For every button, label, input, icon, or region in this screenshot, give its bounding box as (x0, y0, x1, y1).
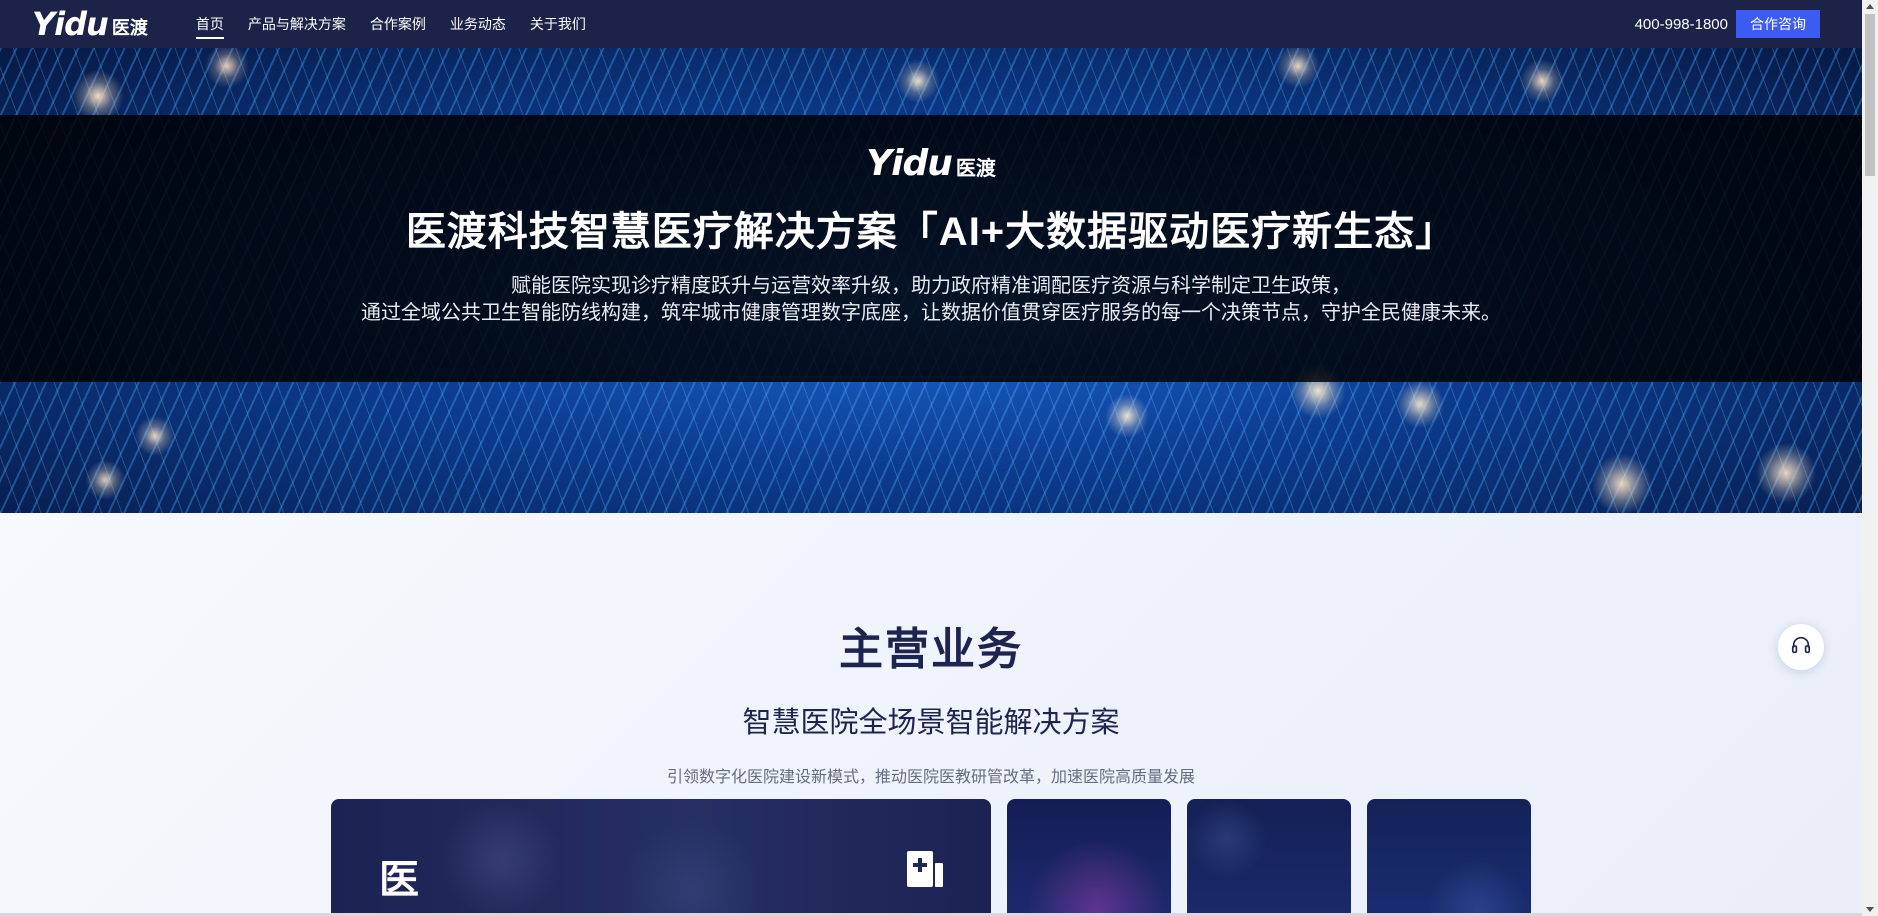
nav-item-about[interactable]: 关于我们 (530, 0, 586, 48)
hero-title: 医渡科技智慧医疗解决方案「AI+大数据驱动医疗新生态」 (405, 210, 1457, 254)
business-section: 主营业务 智慧医院全场景智能解决方案 引领数字化医院建设新模式，推动医院医教研管… (0, 513, 1862, 916)
consult-button[interactable]: 合作咨询 (1736, 10, 1820, 38)
site-logo[interactable]: Yidu 医渡 (32, 7, 148, 41)
scroll-thumb[interactable] (1865, 14, 1875, 176)
top-navbar: Yidu 医渡 首页 产品与解决方案 合作案例 业务动态 关于我们 400-99… (0, 0, 1862, 48)
customer-service-button[interactable] (1778, 624, 1824, 670)
nav-item-home[interactable]: 首页 (195, 0, 224, 48)
hotline-phone: 400-998-1800 (1634, 15, 1728, 33)
hero-text-band: Yidu 医渡 医渡科技智慧医疗解决方案「AI+大数据驱动医疗新生态」 赋能医院… (0, 115, 1862, 382)
business-cards: 医 (331, 799, 1547, 916)
hero-logo-latin: Yidu (866, 143, 953, 184)
nav-item-news[interactable]: 业务动态 (450, 0, 506, 48)
hospital-plus-icon (905, 849, 945, 894)
section-description: 引领数字化医院建设新模式，推动医院医教研管改革，加速医院高质量发展 (666, 769, 1195, 786)
scroll-down-arrow-icon[interactable] (1866, 907, 1874, 912)
hero-desc-line-1: 赋能医院实现诊疗精度跃升与运营效率升级，助力政府精准调配医疗资源与科学制定卫生政… (511, 275, 1351, 297)
hero-logo: Yidu 医渡 (866, 145, 996, 183)
logo-cjk: 医渡 (111, 18, 148, 38)
hero-desc-line-2: 通过全域公共卫生智能防线构建，筑牢城市健康管理数字底座，让数据价值贯穿医疗服务的… (361, 302, 1501, 324)
main-nav: 首页 产品与解决方案 合作案例 业务动态 关于我们 (195, 0, 610, 48)
hero-logo-cjk: 医渡 (955, 158, 996, 180)
header-right: 400-998-1800 合作咨询 (1635, 10, 1820, 38)
business-card-2[interactable] (1007, 799, 1171, 916)
card-title: 医 (379, 858, 419, 902)
hero-banner: Yidu 医渡 医渡科技智慧医疗解决方案「AI+大数据驱动医疗新生态」 赋能医院… (0, 48, 1862, 513)
nav-item-cases[interactable]: 合作案例 (370, 0, 426, 48)
logo-latin: Yidu (32, 5, 109, 43)
vertical-scrollbar[interactable] (1862, 0, 1878, 916)
nav-item-products[interactable]: 产品与解决方案 (248, 0, 346, 48)
business-card-4[interactable] (1367, 799, 1531, 916)
headset-icon (1790, 634, 1812, 661)
hero-description: 赋能医院实现诊疗精度跃升与运营效率升级，助力政府精准调配医疗资源与科学制定卫生政… (0, 273, 1862, 327)
business-card-featured[interactable]: 医 (331, 799, 991, 916)
section-title: 主营业务 (839, 625, 1023, 674)
business-card-3[interactable] (1187, 799, 1351, 916)
scroll-up-arrow-icon[interactable] (1866, 4, 1874, 9)
section-subtitle: 智慧医院全场景智能解决方案 (742, 707, 1120, 739)
